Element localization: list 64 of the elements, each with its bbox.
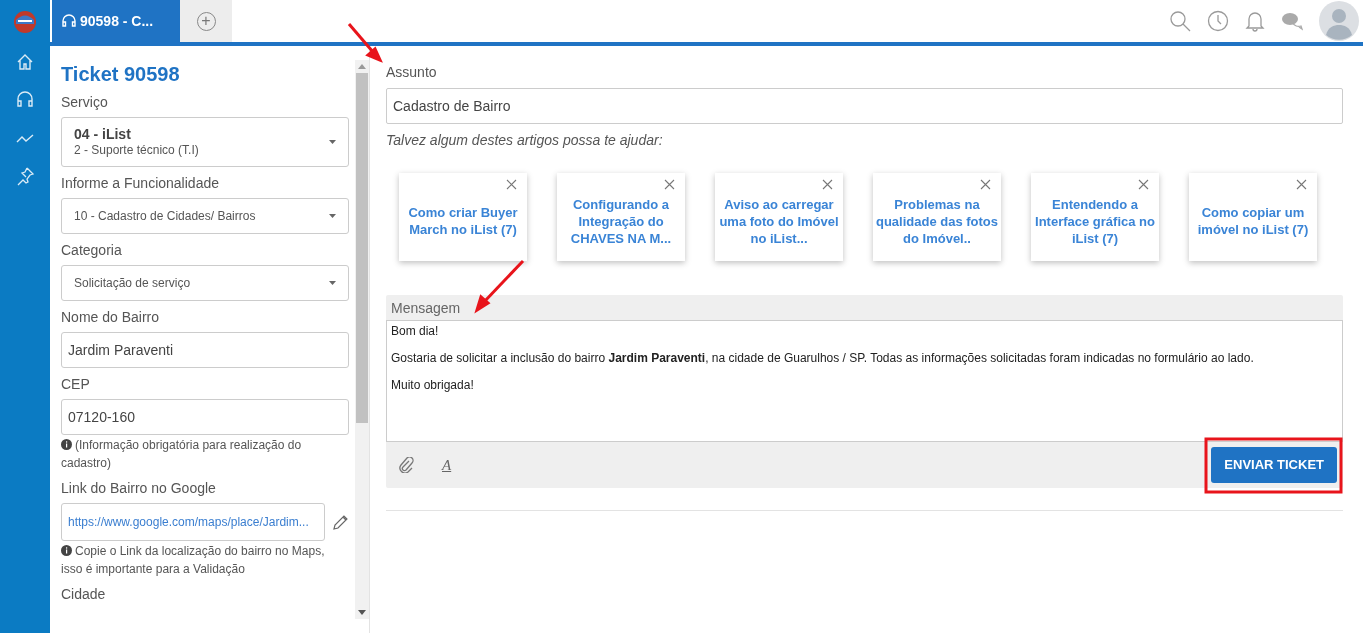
- link-field[interactable]: https://www.google.com/maps/place/Jardim...: [61, 503, 326, 541]
- article-card[interactable]: Como copiar um imóvel no iList (7): [1189, 173, 1317, 261]
- dropdown[interactable]: Solicitação de serviço: [61, 265, 349, 301]
- field-label: Mensagem: [390, 299, 462, 318]
- dropdown[interactable]: 10 - Cadastro de Cidades/ Bairros: [61, 198, 349, 234]
- dropdown-caret-icon: [329, 281, 336, 285]
- field-label: Categoria: [61, 241, 123, 260]
- close-icon[interactable]: [506, 179, 517, 190]
- pin-icon[interactable]: [15, 166, 35, 186]
- article-card[interactable]: Configurando a Integração do CHAVES NA M...: [557, 173, 685, 261]
- annotation-arrow: [347, 23, 383, 63]
- dropdown-caret-icon: [329, 140, 336, 144]
- suggestion-hint: Talvez algum destes artigos possa te ajudar:: [386, 131, 664, 150]
- field-label: Informe a Funcionalidade: [61, 174, 220, 193]
- help-text: (Informação obrigatória para realização do cadastro): [61, 437, 303, 472]
- subject-field[interactable]: Cadastro de Bairro: [386, 88, 1343, 124]
- article-card[interactable]: Aviso ao carregar uma foto do Imóvel no iList...: [715, 173, 843, 261]
- dropdown-caret-icon: [329, 214, 336, 218]
- ticket-title: Ticket 90598: [61, 62, 181, 86]
- close-icon[interactable]: [664, 179, 675, 190]
- close-icon[interactable]: [980, 179, 991, 190]
- article-card[interactable]: Como criar Buyer March no iList (7): [399, 173, 527, 261]
- field-label: Cidade: [61, 585, 107, 604]
- select-value: 04 - iList: [74, 126, 132, 142]
- headset-icon[interactable]: [15, 90, 35, 110]
- info-icon: [61, 545, 72, 556]
- text-field[interactable]: 07120-160: [61, 399, 349, 435]
- headset-icon: [61, 13, 77, 29]
- text-format-button[interactable]: A: [442, 453, 452, 477]
- text-field[interactable]: Jardim Paraventi: [61, 332, 349, 368]
- message-paragraph: Muito obrigada!: [391, 377, 475, 393]
- message-paragraph: Bom dia!: [391, 323, 440, 339]
- search-icon[interactable]: [1169, 10, 1191, 32]
- select-subvalue: 2 - Suporte técnico (T.I): [74, 142, 199, 158]
- pencil-icon[interactable]: [332, 513, 349, 531]
- scroll-up-arrow-icon[interactable]: [358, 64, 366, 69]
- clock-icon[interactable]: [1207, 10, 1229, 32]
- info-icon: [61, 439, 72, 450]
- field-label: Link do Bairro no Google: [61, 479, 217, 498]
- scroll-down-arrow-icon[interactable]: [358, 610, 366, 615]
- close-icon[interactable]: [1296, 179, 1307, 190]
- article-card[interactable]: Entendendo a Interface gráfica no iList (7): [1031, 173, 1159, 261]
- message-paragraph: Gostaria de solicitar a inclusão do bairro Jardim Paraventi, na cidade de Guarulhos / SP. Todas as informações solicitadas foram indicadas no formulário ao lado.: [391, 350, 1255, 366]
- submit-button[interactable]: ENVIAR TICKET: [1211, 447, 1337, 483]
- field-label: Nome do Bairro: [61, 308, 161, 327]
- close-icon[interactable]: [1138, 179, 1149, 190]
- annotation-arrow: [474, 259, 525, 314]
- bell-icon[interactable]: [1245, 10, 1265, 32]
- field-label: CEP: [61, 375, 91, 394]
- field-label: Assunto: [386, 63, 438, 82]
- tab[interactable]: +: [180, 0, 232, 42]
- field-label: Serviço: [61, 93, 109, 112]
- home-icon[interactable]: [15, 52, 35, 72]
- message-editor[interactable]: Bom dia! Gostaria de solicitar a inclusão do bairro Jardim Paraventi, na cidade de Guarulhos / SP. Todas as informações solicitadas foram indicadas no formulário ao lado. Muito obrigada!: [386, 320, 1343, 442]
- help-text: Copie o Link da localização do bairro no Maps, isso é importante para a Validação: [61, 543, 326, 578]
- scrollbar[interactable]: [355, 60, 369, 619]
- chat-icon[interactable]: [1281, 11, 1303, 31]
- service-select[interactable]: 04 - iList 2 - Suporte técnico (T.I): [61, 117, 349, 167]
- article-card[interactable]: Problemas na qualidade das fotos do Imóvel..: [873, 173, 1001, 261]
- close-icon[interactable]: [822, 179, 833, 190]
- logo-icon[interactable]: [13, 10, 37, 34]
- tab[interactable]: 90598 - C...: [52, 0, 180, 42]
- avatar-icon[interactable]: [1319, 1, 1359, 41]
- paperclip-icon[interactable]: [398, 457, 414, 473]
